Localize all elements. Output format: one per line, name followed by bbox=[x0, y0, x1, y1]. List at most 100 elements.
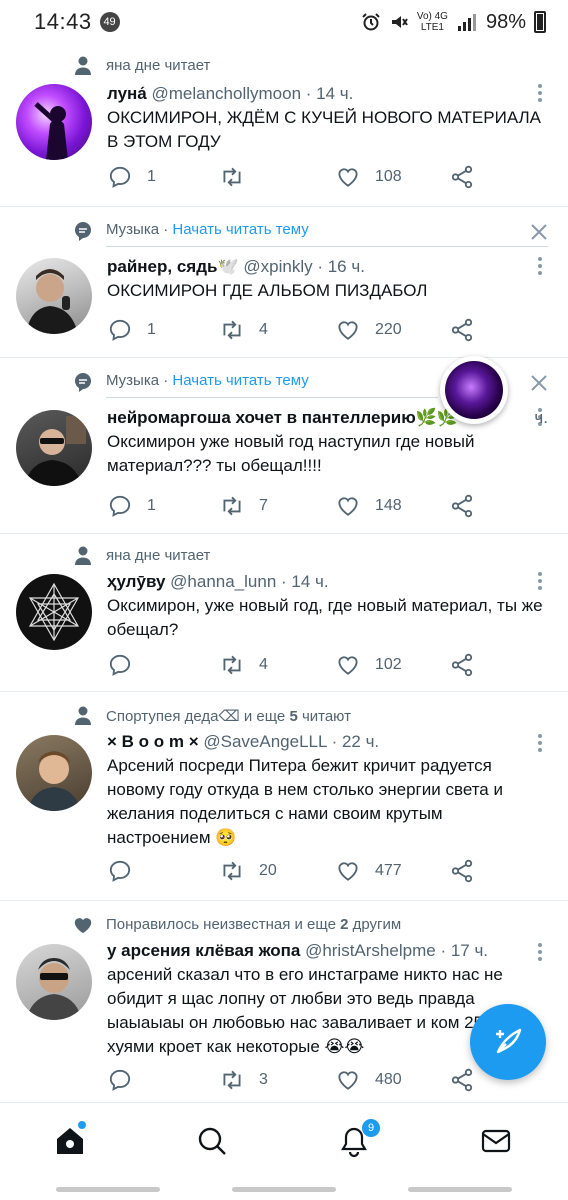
retweet-button[interactable]: 7 bbox=[219, 493, 268, 519]
share-button[interactable] bbox=[449, 164, 475, 190]
topic-name[interactable]: Музыка bbox=[106, 372, 159, 389]
tweet-time: · 14 ч. bbox=[305, 84, 354, 103]
share-button[interactable] bbox=[449, 317, 475, 343]
tweet-actions: 3 480 bbox=[107, 1067, 475, 1095]
timeline[interactable]: яна дне читает луна́ @melanchollymoon · … bbox=[0, 44, 568, 1101]
share-button[interactable] bbox=[449, 652, 475, 678]
avatar[interactable] bbox=[16, 84, 92, 160]
avatar-image bbox=[34, 102, 68, 160]
author-handle[interactable]: @xpinkly bbox=[243, 257, 312, 276]
tweet-time: · 17 ч. bbox=[440, 941, 489, 960]
reply-button[interactable]: 1 bbox=[107, 317, 156, 343]
close-icon[interactable] bbox=[530, 223, 548, 241]
avatar[interactable] bbox=[16, 735, 92, 811]
like-button[interactable]: 220 bbox=[335, 317, 402, 343]
retweet-button[interactable]: 4 bbox=[219, 317, 268, 343]
alarm-icon bbox=[362, 13, 380, 31]
reply-icon bbox=[109, 1069, 131, 1091]
reply-button[interactable]: 1 bbox=[107, 164, 156, 190]
battery-percent: 98% bbox=[485, 10, 526, 33]
tweet-actions: 4 102 bbox=[107, 652, 475, 680]
avatar[interactable] bbox=[16, 574, 92, 650]
follow-topic-link[interactable]: Начать читать тему bbox=[172, 372, 308, 389]
retweet-button[interactable]: 4 bbox=[219, 652, 268, 678]
retweet-count: 20 bbox=[259, 862, 277, 879]
tweet[interactable]: Музыка · Начать читать тему райнер, сядь… bbox=[0, 207, 568, 358]
home-icon bbox=[57, 1128, 83, 1154]
fleet-avatar-bubble[interactable] bbox=[440, 356, 508, 424]
retweet-count: 4 bbox=[259, 321, 268, 338]
reply-button[interactable] bbox=[107, 858, 147, 884]
notification-count-badge: 49 bbox=[99, 12, 120, 32]
retweet-icon bbox=[223, 167, 241, 187]
retweet-button[interactable]: 20 bbox=[219, 858, 277, 884]
share-icon bbox=[451, 653, 473, 677]
nav-recents-handle[interactable] bbox=[408, 1187, 512, 1192]
tweet-actions: 20 477 bbox=[107, 858, 475, 886]
tweet[interactable]: Спортупея деда⌫ и еще 5 читают × B o o m… bbox=[0, 692, 568, 901]
like-button[interactable]: 148 bbox=[335, 493, 402, 519]
person-icon bbox=[75, 56, 91, 75]
reply-count: 1 bbox=[147, 497, 156, 514]
author-name[interactable]: × B o o m × bbox=[107, 732, 199, 751]
nav-back-handle[interactable] bbox=[56, 1187, 160, 1192]
author-handle[interactable]: @SaveAngeLLL bbox=[203, 732, 326, 751]
social-context[interactable]: Спортупея деда⌫ и еще 5 читают bbox=[106, 707, 351, 725]
author-name[interactable]: нейромаргоша хочет в пантеллерию🌿🌿 bbox=[107, 408, 458, 427]
like-button[interactable]: 108 bbox=[335, 164, 402, 190]
avatar[interactable] bbox=[16, 258, 92, 334]
retweet-button[interactable] bbox=[219, 164, 259, 190]
author-handle[interactable]: @hristArshelpme bbox=[305, 941, 436, 960]
tweet[interactable]: яна дне читает ҳулӯву @hanna_lunn · 14 ч… bbox=[0, 534, 568, 692]
tweet-actions: 1 108 bbox=[107, 164, 475, 192]
follow-topic-link[interactable]: Начать читать тему bbox=[172, 221, 308, 238]
tweet[interactable]: яна дне читает луна́ @melanchollymoon · … bbox=[0, 44, 568, 207]
topic-icon bbox=[75, 373, 91, 392]
like-count: 480 bbox=[375, 1071, 402, 1088]
home-new-dot bbox=[78, 1121, 86, 1129]
like-button[interactable]: 102 bbox=[335, 652, 402, 678]
heart-icon bbox=[338, 862, 358, 881]
social-context[interactable]: Понравилось неизвестная и еще 2 другим bbox=[106, 916, 401, 933]
author-name[interactable]: луна́ bbox=[107, 84, 147, 103]
social-context[interactable]: яна дне читает bbox=[106, 547, 210, 564]
compose-tweet-button[interactable] bbox=[470, 1004, 546, 1080]
tweet-time: · 14 ч. bbox=[281, 572, 329, 591]
tweet-text: Оксимирон, уже новый год, где новый мате… bbox=[107, 596, 543, 639]
close-icon[interactable] bbox=[530, 374, 548, 392]
retweet-button[interactable]: 3 bbox=[219, 1067, 268, 1093]
tab-search[interactable] bbox=[192, 1121, 232, 1161]
heart-icon bbox=[338, 497, 358, 516]
reply-button[interactable]: 1 bbox=[107, 493, 156, 519]
reply-count: 1 bbox=[147, 168, 156, 185]
network-sublabel: LTE1 bbox=[420, 22, 444, 33]
reply-button[interactable] bbox=[107, 652, 147, 678]
author-handle[interactable]: @melanchollymoon bbox=[152, 84, 302, 103]
heart-filled-icon bbox=[74, 918, 92, 934]
system-nav-bar bbox=[0, 1180, 568, 1200]
status-time: 14:43 bbox=[34, 9, 92, 34]
share-button[interactable] bbox=[449, 493, 475, 519]
reply-button[interactable] bbox=[107, 1067, 147, 1093]
author-name[interactable]: у арсения клёвая жопа bbox=[107, 941, 300, 960]
heart-icon bbox=[338, 168, 358, 187]
share-button[interactable] bbox=[449, 858, 475, 884]
tweet-actions: 1 4 220 bbox=[107, 317, 475, 345]
share-button[interactable] bbox=[449, 1067, 475, 1093]
author-name[interactable]: ҳулӯву bbox=[107, 572, 165, 591]
author-name[interactable]: райнер, сядь🕊️ bbox=[107, 257, 239, 276]
nav-home-handle[interactable] bbox=[232, 1187, 336, 1192]
avatar[interactable] bbox=[16, 944, 92, 1020]
tweet-time: · 16 ч. bbox=[317, 257, 365, 276]
topic-name[interactable]: Музыка bbox=[106, 221, 159, 238]
avatar[interactable] bbox=[16, 410, 92, 486]
like-button[interactable]: 477 bbox=[335, 858, 402, 884]
reply-count: 1 bbox=[147, 321, 156, 338]
social-context[interactable]: яна дне читает bbox=[106, 57, 210, 74]
author-handle[interactable]: @hanna_lunn bbox=[170, 572, 276, 591]
retweet-icon bbox=[223, 655, 241, 675]
battery-icon bbox=[534, 11, 546, 33]
avatar-image bbox=[28, 751, 80, 811]
like-button[interactable]: 480 bbox=[335, 1067, 402, 1093]
tab-messages[interactable] bbox=[476, 1121, 516, 1161]
